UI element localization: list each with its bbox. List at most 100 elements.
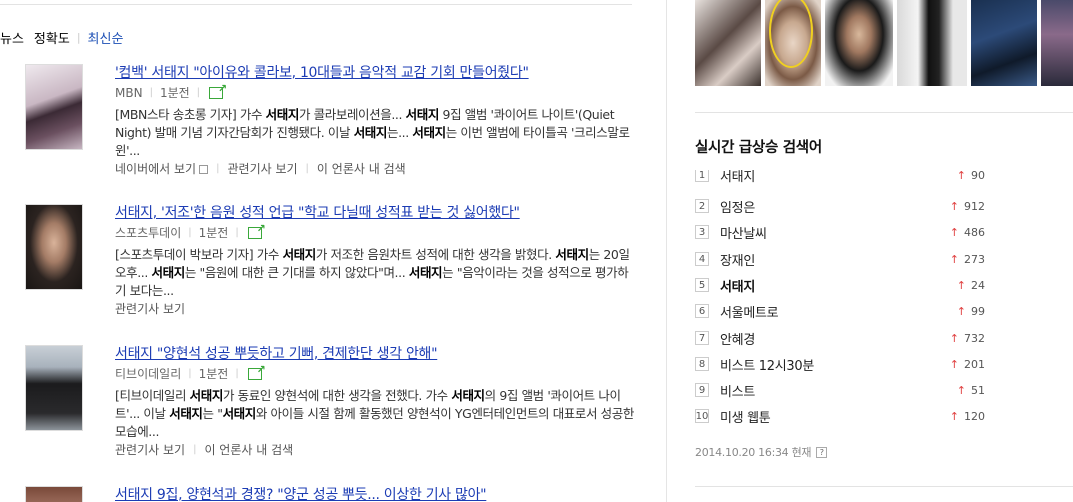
- rank-number: 10: [695, 409, 709, 423]
- rank-row[interactable]: 10 미생 웹툰 ↑ 120: [695, 407, 995, 426]
- sidebar: 실시간 급상승 검색어 1 서태지 ↑ 90 2 임정은 ↑ 912 3 마산날씨 …: [695, 0, 1073, 502]
- window-icon: [199, 164, 209, 174]
- up-arrow-icon: ↑: [949, 331, 959, 345]
- rank-number: 9: [695, 383, 709, 397]
- image-thumb[interactable]: [971, 0, 1037, 86]
- rank-row[interactable]: 7 안혜경 ↑ 732: [695, 329, 995, 348]
- rank-number: 4: [695, 252, 709, 266]
- rank-keyword[interactable]: 장재인: [720, 250, 755, 269]
- rank-keyword[interactable]: 임정은: [720, 197, 755, 216]
- rank-change: 732: [964, 331, 985, 345]
- rank-change: 90: [971, 170, 985, 182]
- rank-number: 5: [695, 278, 709, 292]
- image-thumb[interactable]: [897, 0, 967, 86]
- rank-number: 6: [695, 304, 709, 318]
- news-thumbnail[interactable]: [25, 486, 83, 502]
- up-arrow-icon: ↑: [956, 383, 966, 397]
- rank-keyword[interactable]: 미생 웹툰: [720, 407, 771, 426]
- sort-latest-link[interactable]: 최신순: [88, 28, 124, 47]
- rank-row[interactable]: 9 비스트 ↑ 51: [695, 381, 995, 400]
- timestamp-text: 2014.10.20 16:34 현재: [695, 446, 812, 459]
- image-thumb[interactable]: [765, 0, 821, 86]
- section-divider: [695, 112, 1073, 113]
- rank-row[interactable]: 6 서울메트로 ↑ 99: [695, 302, 995, 321]
- rank-change: 24: [971, 278, 985, 292]
- help-icon[interactable]: ?: [816, 446, 828, 458]
- news-section: 뉴스 정확도 | 최신순 '컴백' 서태지 "아이유와 콜라보, 10대들과 음…: [0, 0, 640, 502]
- related-articles-link[interactable]: 관련기사 보기: [227, 160, 297, 178]
- rank-row[interactable]: 3 마산날씨 ↑ 486: [695, 223, 995, 242]
- sort-bar: 뉴스 정확도 | 최신순: [0, 28, 124, 47]
- rank-row[interactable]: 8 비스트 12시30분 ↑ 201: [695, 355, 995, 374]
- rank-row[interactable]: 5 서태지 ↑ 24: [695, 276, 995, 295]
- rank-keyword[interactable]: 서태지: [720, 276, 755, 295]
- view-on-naver-link[interactable]: 네이버에서 보기: [115, 160, 196, 178]
- sort-accuracy-link[interactable]: 정확도: [34, 28, 70, 47]
- rank-keyword[interactable]: 마산날씨: [720, 223, 767, 242]
- news-description: [MBN스타 송초롱 기자] 가수 서태지가 콜라보레이션을... 서태지 9집…: [115, 107, 630, 158]
- news-thumbnail[interactable]: [25, 204, 83, 290]
- up-arrow-icon: ↑: [949, 199, 959, 213]
- rank-change: 486: [964, 225, 985, 239]
- image-thumb[interactable]: [825, 0, 893, 86]
- rank-row[interactable]: 2 임정은 ↑ 912: [695, 197, 995, 216]
- image-strip: [695, 0, 1073, 86]
- realtime-rank-list: 1 서태지 ↑ 90 2 임정은 ↑ 912 3 마산날씨 ↑ 486 4 장재인 ↑…: [695, 170, 995, 432]
- rank-number: 7: [695, 331, 709, 345]
- news-title-link[interactable]: 서태지, '저조'한 음원 성적 언급 "학교 다닐때 성적표 받는 것 싫어했…: [115, 204, 635, 222]
- update-timestamp: 2014.10.20 16:34 현재 ?: [695, 444, 828, 460]
- news-time: 1분전: [198, 226, 229, 240]
- rank-keyword[interactable]: 서태지: [720, 170, 755, 185]
- column-divider: [666, 0, 667, 502]
- up-arrow-icon: ↑: [956, 304, 966, 318]
- news-description: [티브이데일리 서태지가 동료인 양현석에 대한 생각을 전했다. 가수 서태지…: [115, 388, 634, 439]
- news-time: 1분전: [159, 86, 190, 100]
- share-icon[interactable]: [247, 221, 266, 239]
- rank-change: 51: [971, 383, 985, 397]
- rank-keyword[interactable]: 비스트 12시30분: [720, 355, 814, 374]
- rank-change: 99: [971, 304, 985, 318]
- search-in-press-link[interactable]: 이 언론사 내 검색: [204, 441, 293, 459]
- up-arrow-icon: ↑: [949, 225, 959, 239]
- rank-change: 912: [964, 199, 985, 213]
- rank-number: 2: [695, 199, 709, 213]
- news-source: 티브이데일리: [115, 367, 182, 381]
- realtime-title: 실시간 급상승 검색어: [695, 140, 822, 156]
- up-arrow-icon: ↑: [949, 357, 959, 371]
- news-description: [스포츠투데이 박보라 기자] 가수 서태지가 저조한 음원차트 성적에 대한 …: [115, 247, 630, 298]
- rank-row[interactable]: 1 서태지 ↑ 90: [695, 170, 995, 185]
- image-thumb[interactable]: [695, 0, 761, 86]
- search-in-press-link[interactable]: 이 언론사 내 검색: [317, 160, 406, 178]
- up-arrow-icon: ↑: [949, 409, 959, 423]
- top-divider: [0, 4, 632, 5]
- rank-change: 201: [964, 357, 985, 371]
- news-title-link[interactable]: '컴백' 서태지 "아이유와 콜라보, 10대들과 음악적 교감 기회 만들어줬…: [115, 64, 635, 82]
- related-articles-link[interactable]: 관련기사 보기: [115, 441, 185, 459]
- news-title-link[interactable]: 서태지 9집, 양현석과 경쟁? "양군 성공 뿌듯... 이상한 기사 많아": [115, 486, 635, 502]
- news-thumbnail[interactable]: [25, 345, 83, 431]
- share-icon[interactable]: [247, 362, 266, 380]
- rank-keyword[interactable]: 안혜경: [720, 329, 755, 348]
- related-articles-link[interactable]: 관련기사 보기: [115, 300, 185, 318]
- rank-number: 3: [695, 225, 709, 239]
- up-arrow-icon: ↑: [949, 252, 959, 266]
- rank-keyword[interactable]: 서울메트로: [720, 302, 779, 321]
- rank-number: 8: [695, 357, 709, 371]
- news-source: MBN: [115, 86, 143, 100]
- news-time: 1분전: [198, 367, 229, 381]
- rank-change: 273: [964, 252, 985, 266]
- rank-row[interactable]: 4 장재인 ↑ 273: [695, 250, 995, 269]
- news-thumbnail[interactable]: [25, 64, 83, 150]
- up-arrow-icon: ↑: [956, 278, 966, 292]
- image-thumb[interactable]: [1041, 0, 1073, 86]
- rank-keyword[interactable]: 비스트: [720, 381, 755, 400]
- up-arrow-icon: ↑: [956, 170, 966, 182]
- news-source: 스포츠투데이: [115, 226, 182, 240]
- separator: |: [76, 30, 81, 44]
- share-icon[interactable]: [209, 81, 227, 99]
- bottom-divider: [695, 486, 1073, 487]
- section-label: 뉴스: [0, 31, 24, 47]
- rank-number: 1: [695, 170, 709, 182]
- news-title-link[interactable]: 서태지 "양현석 성공 뿌듯하고 기뻐, 견제한단 생각 안해": [115, 345, 635, 363]
- rank-change: 120: [964, 409, 985, 423]
